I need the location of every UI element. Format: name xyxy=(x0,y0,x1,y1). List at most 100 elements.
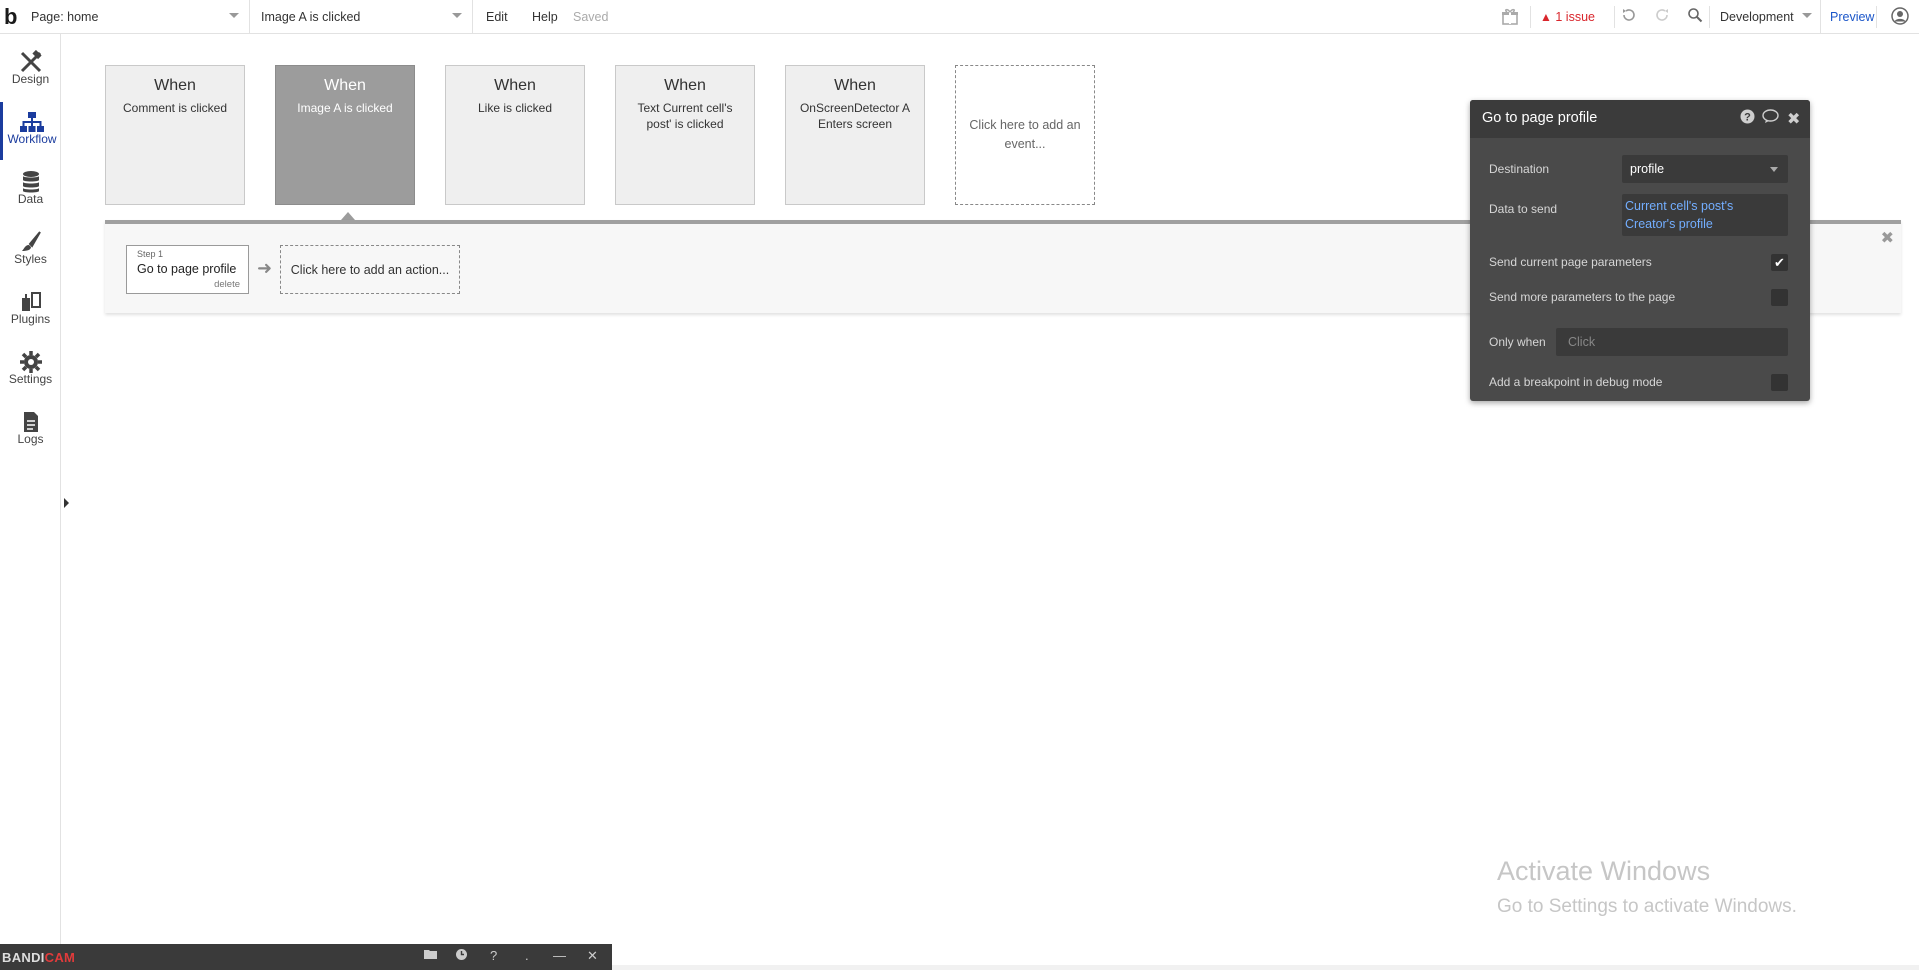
sidebar-item-label: Plugins xyxy=(10,312,51,326)
property-editor-header[interactable]: Go to page profile ? ✖ xyxy=(1470,100,1810,138)
comment-icon[interactable] xyxy=(1762,109,1779,128)
clock-icon[interactable] xyxy=(455,948,468,964)
bandicam-bar: BANDICAM ? . — ✕ xyxy=(0,944,612,970)
gift-icon[interactable] xyxy=(1500,7,1520,27)
step-delete-link[interactable]: delete xyxy=(214,279,240,290)
warning-icon: ▲ xyxy=(1540,10,1552,24)
step-number: Step 1 xyxy=(137,249,164,259)
close-icon[interactable]: ✖ xyxy=(1787,109,1800,129)
event-text: Like is clicked xyxy=(477,101,553,115)
event-selector-label: Image A is clicked xyxy=(261,10,361,24)
sidebar-item-design[interactable]: Design xyxy=(0,42,61,100)
divider xyxy=(1614,6,1615,28)
destination-value: profile xyxy=(1630,162,1665,176)
close-icon[interactable]: ✕ xyxy=(587,948,598,964)
event-card[interactable]: When Comment is clicked xyxy=(105,65,245,205)
help-icon[interactable]: ? xyxy=(1740,109,1755,128)
bubble-logo[interactable]: b xyxy=(4,4,24,30)
menu-edit[interactable]: Edit xyxy=(486,0,508,34)
undo-icon[interactable] xyxy=(1619,7,1639,27)
destination-dropdown[interactable]: profile xyxy=(1622,155,1788,183)
event-text: Comment is clicked xyxy=(122,101,228,115)
issues-label: 1 issue xyxy=(1555,10,1595,24)
bandicam-brand: BANDI xyxy=(2,950,45,965)
sidebar-item-label: Logs xyxy=(17,432,44,446)
taskbar-strip xyxy=(612,965,1919,970)
event-card[interactable]: When OnScreenDetector A Enters screen xyxy=(785,65,925,205)
event-when-label: When xyxy=(324,77,366,94)
add-event-button[interactable]: Click here to add an event... xyxy=(955,65,1095,205)
environment-selector[interactable]: Development xyxy=(1710,0,1821,34)
minimize-icon[interactable]: — xyxy=(553,948,566,963)
document-icon xyxy=(0,402,61,432)
left-sidebar: Design Workflow Data Styles Plugins Sett… xyxy=(0,34,61,944)
event-when-label: When xyxy=(154,77,196,94)
top-bar: b Page: home Image A is clicked Edit Hel… xyxy=(0,0,1919,34)
minimize-dot-icon[interactable]: . xyxy=(525,948,529,963)
data-expression-line: Creator's profile xyxy=(1625,217,1713,231)
only-when-input[interactable]: Click xyxy=(1556,328,1788,356)
property-editor: Go to page profile ? ✖ Destination profi… xyxy=(1470,100,1810,401)
only-when-label: Only when xyxy=(1489,335,1546,349)
page-selector-label: Page: home xyxy=(31,10,99,24)
breakpoint-checkbox[interactable] xyxy=(1771,374,1788,391)
search-icon[interactable] xyxy=(1685,7,1705,27)
brush-icon xyxy=(0,222,61,252)
folder-icon[interactable] xyxy=(424,948,437,963)
svg-text:?: ? xyxy=(1744,112,1751,124)
property-editor-title: Go to page profile xyxy=(1482,110,1598,126)
destination-label: Destination xyxy=(1489,162,1550,176)
event-selector[interactable]: Image A is clicked xyxy=(251,0,473,34)
sidebar-item-label: Data xyxy=(17,192,44,206)
event-card[interactable]: When Text Current cell's post' is clicke… xyxy=(615,65,755,205)
send-current-params-checkbox[interactable]: ✔ xyxy=(1771,254,1788,271)
event-when-label: When xyxy=(494,77,536,94)
workflow-step[interactable]: Step 1 Go to page profile delete xyxy=(126,245,249,294)
data-to-send-field[interactable]: Current cell's post's Creator's profile xyxy=(1622,194,1788,236)
event-when-label: When xyxy=(664,77,706,94)
send-more-params-label: Send more parameters to the page xyxy=(1489,290,1676,304)
data-to-send-label: Data to send xyxy=(1489,202,1558,216)
arrow-right-icon: ➜ xyxy=(257,258,273,278)
plug-icon xyxy=(0,282,61,312)
sidebar-item-styles[interactable]: Styles xyxy=(0,222,61,280)
save-status: Saved xyxy=(573,10,609,24)
issues-indicator[interactable]: ▲ 1 issue xyxy=(1540,0,1595,34)
bandicam-logo: BANDICAM xyxy=(2,950,75,965)
activate-windows-subtitle: Go to Settings to activate Windows. xyxy=(1497,896,1797,917)
sidebar-item-label: Styles xyxy=(14,252,47,266)
close-icon[interactable]: ✖ xyxy=(1881,228,1894,248)
bandicam-brand-accent: CAM xyxy=(44,950,76,965)
step-name: Go to page profile xyxy=(137,262,237,276)
breakpoint-label: Add a breakpoint in debug mode xyxy=(1489,375,1663,389)
database-icon xyxy=(0,162,61,193)
sidebar-item-data[interactable]: Data xyxy=(0,162,61,220)
gear-icon xyxy=(0,342,61,373)
send-more-params-checkbox[interactable] xyxy=(1771,289,1788,306)
sidebar-item-logs[interactable]: Logs xyxy=(0,402,61,460)
chevron-down-icon xyxy=(452,13,462,18)
help-icon[interactable]: ? xyxy=(490,948,497,963)
event-card-selected[interactable]: When Image A is clicked xyxy=(275,65,415,205)
send-current-params-label: Send current page parameters xyxy=(1489,255,1652,269)
event-when-label: When xyxy=(834,77,876,94)
menu-help[interactable]: Help xyxy=(532,0,558,34)
sidebar-item-label: Settings xyxy=(8,372,53,386)
sidebar-item-label: Design xyxy=(11,72,50,86)
event-card[interactable]: When Like is clicked xyxy=(445,65,585,205)
account-icon[interactable] xyxy=(1890,7,1910,27)
redo-icon[interactable] xyxy=(1652,7,1672,27)
add-action-button[interactable]: Click here to add an action... xyxy=(280,245,460,294)
event-text: OnScreenDetector A Enters screen xyxy=(799,101,911,131)
sidebar-item-workflow[interactable]: Workflow xyxy=(0,102,61,160)
selected-event-pointer xyxy=(341,212,355,220)
sidebar-expand-icon[interactable] xyxy=(64,498,69,508)
event-text: Text Current cell's post' is clicked xyxy=(637,101,733,131)
design-icon xyxy=(0,42,61,73)
preview-link[interactable]: Preview xyxy=(1830,0,1874,34)
sidebar-item-plugins[interactable]: Plugins xyxy=(0,282,61,340)
workflow-icon xyxy=(3,102,61,132)
page-selector[interactable]: Page: home xyxy=(24,0,250,34)
chevron-down-icon xyxy=(229,13,239,18)
sidebar-item-settings[interactable]: Settings xyxy=(0,342,61,400)
